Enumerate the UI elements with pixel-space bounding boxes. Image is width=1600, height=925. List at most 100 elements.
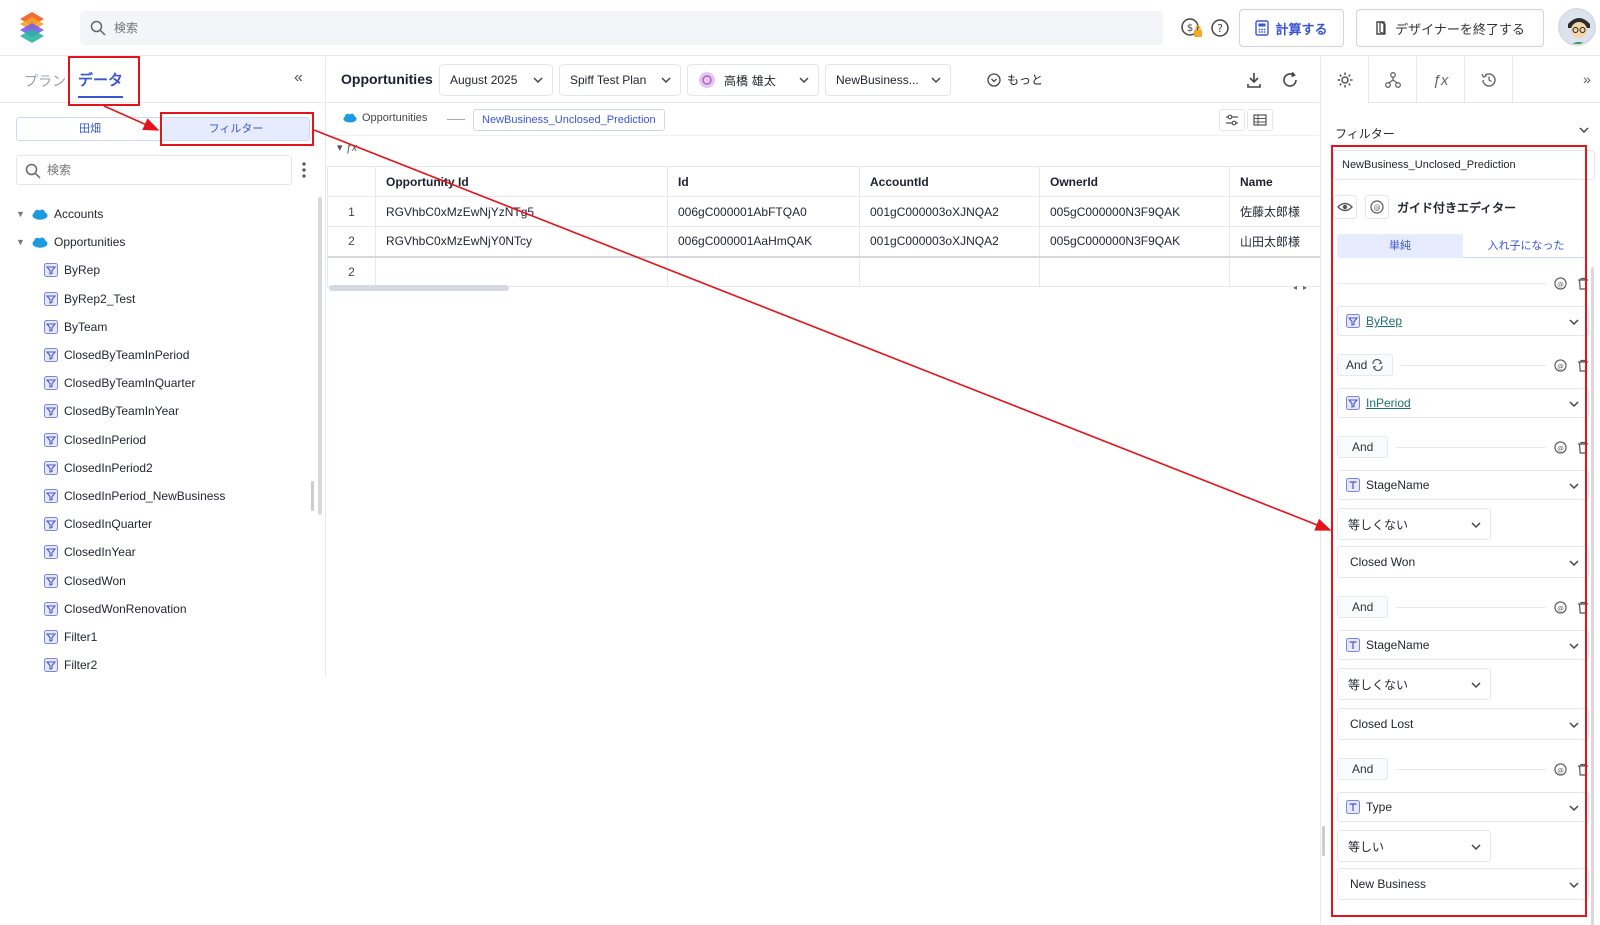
table-row[interactable]: 2 RGVhbC0xMzEwNjY0NTcy 006gC000001AaHmQA…	[327, 226, 1328, 257]
logo-icon[interactable]	[18, 10, 46, 46]
operator-dropdown[interactable]: 等しくない	[1337, 508, 1491, 540]
global-search[interactable]	[80, 11, 1163, 45]
tree-item-filter[interactable]: ClosedInPeriod	[16, 426, 316, 454]
refresh-icon[interactable]	[1281, 71, 1299, 89]
operator-dropdown[interactable]: 等しい	[1337, 830, 1491, 862]
column-header[interactable]: OwnerId	[1039, 166, 1230, 197]
trash-icon[interactable]	[1577, 441, 1589, 454]
trash-icon[interactable]	[1577, 359, 1589, 372]
tree-item-opportunities[interactable]: ▼ Opportunities	[16, 228, 316, 256]
breadcrumb-filter-chip[interactable]: NewBusiness_Unclosed_Prediction	[473, 109, 665, 131]
chevron-down-icon[interactable]: ▼	[16, 237, 32, 247]
tab-settings[interactable]	[1321, 57, 1369, 103]
table-cell[interactable]: 001gC000003oXJNQA2	[859, 226, 1040, 257]
trash-icon[interactable]	[1577, 601, 1589, 614]
panel-resize-handle[interactable]	[1322, 826, 1325, 856]
value-dropdown[interactable]: Closed Lost	[1337, 708, 1589, 740]
avatar[interactable]	[1558, 8, 1596, 46]
tree-item-filter[interactable]: Filter1	[16, 623, 316, 651]
value-dropdown[interactable]: Closed Won	[1337, 546, 1589, 578]
and-toggle-button[interactable]: And	[1337, 436, 1389, 458]
filter-reference-dropdown[interactable]: ByRep	[1337, 306, 1589, 336]
column-header[interactable]	[327, 166, 376, 197]
tree-item-filter[interactable]: ClosedInPeriod2	[16, 454, 316, 482]
kebab-menu-icon[interactable]	[300, 161, 308, 179]
tab-data[interactable]: データ	[78, 69, 124, 98]
expand-panel-icon[interactable]: »	[1583, 71, 1591, 87]
table-cell[interactable]: 山田太郎様	[1229, 226, 1328, 257]
trash-icon[interactable]	[1577, 763, 1589, 776]
code-icon[interactable]: @	[1554, 276, 1567, 290]
scroll-arrows-icon[interactable]: ◂▸	[1293, 283, 1313, 292]
tree-item-filter[interactable]: ClosedByTeamInPeriod	[16, 341, 316, 369]
tree-item-filter[interactable]: ClosedWonRenovation	[16, 595, 316, 623]
tree-item-filter[interactable]: ClosedInYear	[16, 538, 316, 566]
and-toggle-button[interactable]: And	[1337, 596, 1389, 618]
formula-row[interactable]: ▾ ƒx	[337, 141, 357, 154]
left-search[interactable]	[16, 155, 292, 185]
segment-fields[interactable]: 田畑	[17, 118, 163, 140]
filter-dropdown[interactable]: NewBusiness...	[825, 64, 951, 96]
trash-icon[interactable]	[1577, 277, 1589, 290]
exit-designer-button[interactable]: デザイナーを終了する	[1356, 9, 1544, 47]
tree-item-filter[interactable]: ClosedByTeamInYear	[16, 397, 316, 425]
tree-item-filter[interactable]: ByRep2_Test	[16, 285, 316, 313]
tree-item-filter[interactable]: ClosedWon	[16, 566, 316, 594]
value-dropdown[interactable]: New Business	[1337, 868, 1589, 900]
download-icon[interactable]	[1245, 71, 1263, 89]
and-toggle-button[interactable]: And	[1337, 758, 1389, 780]
user-dropdown[interactable]: 高橋 雄太	[687, 64, 819, 96]
right-scrollbar[interactable]	[1591, 267, 1594, 925]
mode-simple[interactable]: 単純	[1337, 234, 1463, 258]
table-cell[interactable]: RGVhbC0xMzEwNjY0NTcy	[375, 226, 668, 257]
code-icon[interactable]: @	[1554, 600, 1567, 614]
tab-plan[interactable]: プラン	[24, 71, 66, 91]
currency-lock-icon[interactable]: $	[1180, 16, 1204, 40]
column-settings-button[interactable]	[1219, 109, 1245, 131]
tree-item-filter[interactable]: ClosedInQuarter	[16, 510, 316, 538]
period-dropdown[interactable]: August 2025	[439, 64, 553, 96]
left-resize-handle[interactable]	[311, 481, 314, 511]
column-header[interactable]: Id	[667, 166, 860, 197]
breadcrumb-source[interactable]: Opportunities	[343, 112, 427, 124]
global-search-input[interactable]	[114, 18, 1014, 38]
more-button[interactable]: もっと	[987, 71, 1043, 88]
tab-history[interactable]	[1465, 57, 1513, 103]
chevron-down-icon[interactable]	[1577, 123, 1591, 137]
mode-nested[interactable]: 入れ子になった	[1463, 234, 1589, 258]
field-dropdown[interactable]: Type	[1337, 792, 1589, 822]
tree-item-filter[interactable]: ByRep	[16, 256, 316, 284]
tree-item-filter[interactable]: ByTeam	[16, 313, 316, 341]
and-toggle-button[interactable]: And	[1337, 354, 1394, 376]
code-icon[interactable]: @	[1554, 762, 1567, 776]
column-header[interactable]: Opportunity Id	[375, 166, 668, 197]
calculate-button[interactable]: 計算する	[1239, 9, 1344, 47]
filter-name-field[interactable]: NewBusiness_Unclosed_Prediction	[1333, 150, 1595, 180]
tree-item-filter[interactable]: ClosedByTeamInQuarter	[16, 369, 316, 397]
operator-dropdown[interactable]: 等しくない	[1337, 668, 1491, 700]
table-cell[interactable]: 005gC000000N3F9QAK	[1039, 226, 1230, 257]
filter-reference-dropdown[interactable]: InPeriod	[1337, 388, 1589, 418]
eye-icon[interactable]	[1333, 195, 1357, 219]
field-dropdown[interactable]: StageName	[1337, 630, 1589, 660]
left-scrollbar[interactable]	[318, 197, 322, 515]
chevron-down-icon[interactable]: ▼	[16, 209, 32, 219]
plan-dropdown[interactable]: Spiff Test Plan	[559, 64, 681, 96]
table-cell[interactable]: 001gC000003oXJNQA2	[859, 196, 1040, 227]
code-icon[interactable]: @	[1365, 195, 1389, 219]
tab-formula[interactable]: ƒx	[1417, 57, 1465, 103]
left-search-input[interactable]	[47, 161, 277, 179]
table-cell[interactable]: 006gC000001AbFTQA0	[667, 196, 860, 227]
tab-hierarchy[interactable]	[1369, 57, 1417, 103]
column-header[interactable]: AccountId	[859, 166, 1040, 197]
table-row[interactable]: 1 RGVhbC0xMzEwNjYzNTg5 006gC000001AbFTQA…	[327, 196, 1328, 227]
table-cell[interactable]: RGVhbC0xMzEwNjYzNTg5	[375, 196, 668, 227]
table-cell[interactable]: 006gC000001AaHmQAK	[667, 226, 860, 257]
field-dropdown[interactable]: StageName	[1337, 470, 1589, 500]
tree-item-accounts[interactable]: ▼ Accounts	[16, 200, 316, 228]
code-icon[interactable]: @	[1554, 358, 1567, 372]
table-view-button[interactable]	[1247, 109, 1273, 131]
help-icon[interactable]: ?	[1208, 16, 1232, 40]
code-icon[interactable]: @	[1554, 440, 1567, 454]
horizontal-scrollbar[interactable]	[329, 285, 509, 291]
